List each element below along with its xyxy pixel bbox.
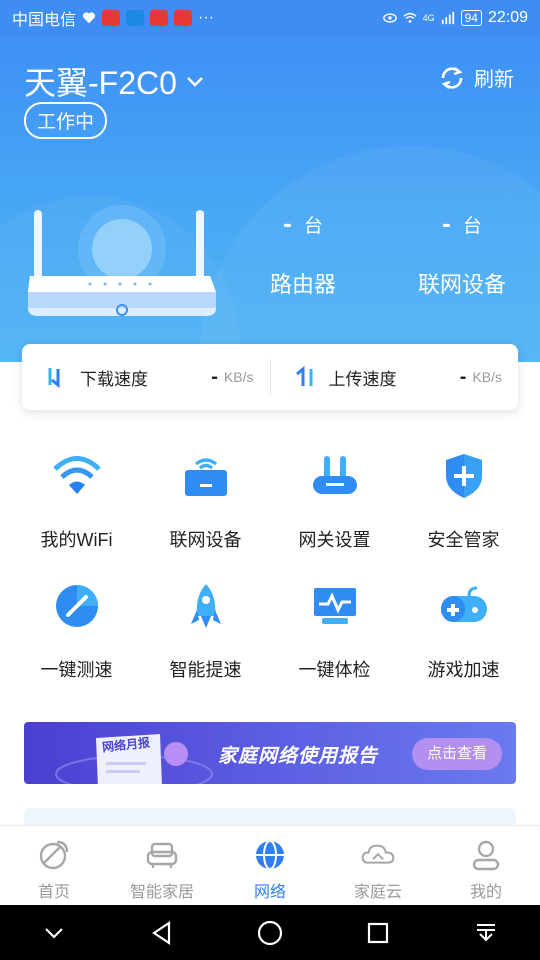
checkup-icon	[313, 588, 356, 624]
signal-icon	[441, 11, 454, 25]
battery-level: 94	[460, 10, 482, 26]
clock: 22:09	[487, 9, 528, 26]
speed-card: 下载速度 - KB/s 上传速度 - KB/s	[22, 344, 518, 410]
cake-app-icon	[150, 10, 169, 26]
system-navigation-bar	[0, 905, 540, 960]
chevron-down-icon	[187, 77, 203, 87]
feature-label: 智能提速	[169, 660, 242, 680]
device-count: -	[442, 208, 451, 238]
feature-game-boost[interactable]: 游戏加速	[399, 578, 528, 688]
upload-value: -	[459, 365, 467, 388]
download-label: 下载速度	[80, 369, 148, 389]
feature-label: 网关设置	[298, 530, 371, 550]
shield-icon	[445, 454, 482, 498]
feature-boost[interactable]: 智能提速	[141, 578, 270, 688]
tab-label: 首页	[37, 884, 70, 901]
feature-grid: 我的WiFi 联网设备 网关设置 安全管家 一键测速 智能提速 一键体检 游戏加…	[12, 448, 528, 688]
delivery-app-icon	[126, 10, 145, 26]
download-value: -	[211, 365, 218, 388]
tab-label: 家庭云	[353, 884, 402, 901]
device-count-label: 联网设备	[417, 272, 506, 297]
feature-devices[interactable]: 联网设备	[141, 448, 270, 558]
carrier-label: 中国电信	[12, 12, 77, 29]
eye-icon	[382, 13, 397, 23]
router-count-label: 路由器	[269, 272, 336, 297]
more-notifications-icon: ···	[198, 9, 214, 26]
recents-button[interactable]	[358, 913, 398, 953]
status-bar: 中国电信 ··· 4G 94 22:09	[0, 0, 540, 36]
router-count-stat[interactable]: -台 路由器	[258, 208, 348, 299]
banner-title: 家庭网络使用报告	[218, 746, 379, 767]
globe-icon	[256, 840, 284, 870]
home-icon	[39, 840, 69, 870]
feature-label: 安全管家	[427, 530, 500, 550]
refresh-icon	[441, 66, 463, 89]
feature-my-wifi[interactable]: 我的WiFi	[12, 448, 141, 558]
heart-icon	[82, 12, 96, 24]
download-speed: 下载速度 - KB/s	[22, 344, 270, 410]
speedometer-icon	[55, 585, 98, 627]
router-count-unit: 台	[303, 216, 323, 237]
wifi-icon	[52, 456, 101, 494]
recents-square-icon	[367, 922, 389, 943]
bottom-tab-bar: 首页 智能家居 网络 家庭云 我的	[0, 825, 540, 905]
device-count-stat[interactable]: -台 联网设备	[410, 208, 514, 299]
devices-icon	[184, 458, 227, 496]
feature-label: 游戏加速	[427, 660, 500, 680]
tab-home[interactable]: 首页	[0, 826, 108, 905]
refresh-button[interactable]: 刷新	[438, 63, 514, 92]
feature-label: 我的WiFi	[40, 530, 113, 550]
gateway-icon	[312, 456, 357, 494]
tab-label: 智能家居	[129, 884, 194, 901]
network-type: 4G	[422, 13, 435, 23]
promo-app-icon	[174, 10, 193, 26]
chevron-down-icon	[45, 927, 63, 939]
tab-home-cloud[interactable]: 家庭云	[324, 826, 432, 905]
device-selector[interactable]: 天翼-F2C0	[24, 58, 205, 104]
device-name: 天翼-F2C0	[24, 65, 177, 101]
network-report-banner[interactable]: 网络月报 家庭网络使用报告 点击查看	[24, 722, 516, 784]
router-illustration	[28, 205, 216, 316]
upload-arrow-icon	[295, 365, 312, 386]
feature-checkup[interactable]: 一键体检	[270, 578, 399, 688]
notification-pulldown-button[interactable]	[466, 913, 506, 953]
news-app-icon	[102, 10, 121, 26]
tab-label: 我的	[469, 884, 502, 901]
tab-network[interactable]: 网络	[216, 826, 324, 905]
upload-speed: 上传速度 - KB/s	[271, 344, 519, 410]
device-count-unit: 台	[462, 216, 482, 237]
home-button[interactable]	[250, 913, 290, 953]
router-overview-panel: 天翼-F2C0 工作中 刷新 -台 路由器 -台 联网设备	[0, 36, 540, 362]
back-triangle-icon	[152, 920, 171, 945]
feature-label: 一键测速	[40, 660, 113, 680]
download-unit: KB/s	[223, 369, 254, 385]
feature-security[interactable]: 安全管家	[399, 448, 528, 558]
view-report-button[interactable]: 点击查看	[412, 738, 502, 770]
rocket-icon	[190, 584, 221, 628]
tab-me[interactable]: 我的	[432, 826, 540, 905]
gamepad-icon	[440, 586, 487, 622]
collapse-button[interactable]	[34, 913, 74, 953]
back-button[interactable]	[142, 913, 182, 953]
tab-smart-home[interactable]: 智能家居	[108, 826, 216, 905]
upload-unit: KB/s	[472, 369, 502, 385]
user-icon	[472, 840, 500, 871]
cloud-icon	[361, 844, 395, 864]
pulldown-icon	[477, 923, 495, 941]
tab-label: 网络	[253, 884, 286, 901]
download-arrow-icon	[48, 368, 60, 389]
feature-label: 一键体检	[298, 660, 371, 680]
home-circle-icon	[257, 920, 283, 945]
refresh-label: 刷新	[474, 69, 514, 91]
sofa-icon	[146, 842, 178, 868]
wifi-status-icon	[402, 12, 417, 23]
feature-speed-test[interactable]: 一键测速	[12, 578, 141, 688]
status-badge: 工作中	[24, 102, 108, 139]
router-count: -	[283, 208, 292, 238]
feature-label: 联网设备	[169, 530, 242, 550]
feature-gateway[interactable]: 网关设置	[270, 448, 399, 558]
upload-label: 上传速度	[328, 369, 397, 389]
